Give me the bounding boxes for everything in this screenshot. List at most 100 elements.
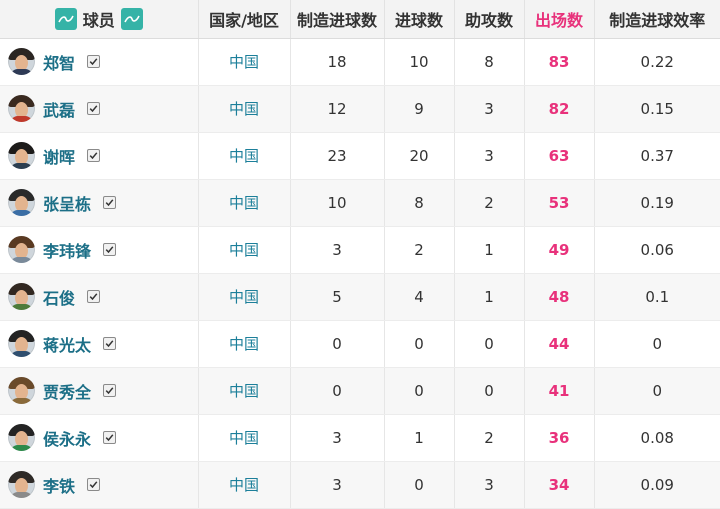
- compare-checkbox[interactable]: [103, 337, 117, 350]
- created-cell: 3: [290, 414, 385, 462]
- compare-checkbox[interactable]: [103, 196, 117, 209]
- team-logo-icon: [54, 7, 77, 30]
- appearances-cell: 49: [524, 226, 595, 274]
- player-avatar[interactable]: [8, 471, 35, 498]
- player-cell: 李玮锋: [0, 226, 199, 274]
- player-cell: 李铁: [0, 461, 199, 509]
- country-cell[interactable]: 中国: [198, 85, 291, 133]
- player-stats-table: 球员 国家/地区 制造进球数 进球数 助攻数 出场数 制造进球效率 郑智 中国 18…: [0, 0, 720, 509]
- header-player[interactable]: 球员: [0, 0, 199, 39]
- compare-checkbox[interactable]: [87, 290, 101, 303]
- efficiency-cell: 0.19: [594, 179, 720, 227]
- appearances-cell: 53: [524, 179, 595, 227]
- table-row: 李铁 中国 3 0 3 34 0.09: [0, 461, 720, 509]
- efficiency-cell: 0.22: [594, 38, 720, 86]
- created-cell: 23: [290, 132, 385, 180]
- checkmark-icon: [89, 58, 98, 66]
- player-name-link[interactable]: 石俊: [43, 285, 75, 309]
- compare-checkbox[interactable]: [103, 243, 117, 256]
- player-name-link[interactable]: 张呈栋: [43, 191, 91, 215]
- checkmark-icon: [89, 105, 98, 113]
- assists-cell: 3: [454, 132, 525, 180]
- header-row: 球员 国家/地区 制造进球数 进球数 助攻数 出场数 制造进球效率: [0, 0, 720, 39]
- appearances-cell: 82: [524, 85, 595, 133]
- player-name-link[interactable]: 贾秀全: [43, 379, 91, 403]
- player-avatar[interactable]: [8, 236, 35, 263]
- header-appearances[interactable]: 出场数: [524, 0, 595, 39]
- compare-checkbox[interactable]: [87, 102, 101, 115]
- country-cell[interactable]: 中国: [198, 38, 291, 86]
- player-cell: 张呈栋: [0, 179, 199, 227]
- created-cell: 18: [290, 38, 385, 86]
- player-name-link[interactable]: 蒋光太: [43, 332, 91, 356]
- created-cell: 12: [290, 85, 385, 133]
- assists-cell: 3: [454, 85, 525, 133]
- player-avatar[interactable]: [8, 142, 35, 169]
- checkmark-icon: [105, 246, 114, 254]
- checkmark-icon: [105, 199, 114, 207]
- efficiency-cell: 0: [594, 367, 720, 415]
- header-created[interactable]: 制造进球数: [290, 0, 385, 39]
- appearances-cell: 63: [524, 132, 595, 180]
- table-body: 郑智 中国 18 10 8 83 0.22 武磊 中国 12 9 3 82 0.15 谢晖 中国 23 20 3 63…: [0, 38, 720, 509]
- player-avatar[interactable]: [8, 283, 35, 310]
- header-assists[interactable]: 助攻数: [454, 0, 525, 39]
- appearances-cell: 34: [524, 461, 595, 509]
- assists-cell: 2: [454, 179, 525, 227]
- country-cell[interactable]: 中国: [198, 273, 291, 321]
- player-name-link[interactable]: 郑智: [43, 50, 75, 74]
- table-row: 武磊 中国 12 9 3 82 0.15: [0, 85, 720, 133]
- country-cell[interactable]: 中国: [198, 461, 291, 509]
- header-efficiency[interactable]: 制造进球效率: [594, 0, 720, 39]
- player-cell: 武磊: [0, 85, 199, 133]
- created-cell: 3: [290, 226, 385, 274]
- appearances-cell: 36: [524, 414, 595, 462]
- country-cell[interactable]: 中国: [198, 414, 291, 462]
- table-row: 张呈栋 中国 10 8 2 53 0.19: [0, 179, 720, 227]
- team-logo-icon: [120, 7, 143, 30]
- compare-checkbox[interactable]: [103, 431, 117, 444]
- checkmark-icon: [89, 293, 98, 301]
- player-avatar[interactable]: [8, 48, 35, 75]
- efficiency-cell: 0.1: [594, 273, 720, 321]
- goals-cell: 4: [384, 273, 455, 321]
- checkmark-icon: [105, 340, 114, 348]
- created-cell: 0: [290, 367, 385, 415]
- compare-checkbox[interactable]: [87, 55, 101, 68]
- efficiency-cell: 0.06: [594, 226, 720, 274]
- goals-cell: 2: [384, 226, 455, 274]
- player-cell: 谢晖: [0, 132, 199, 180]
- country-cell[interactable]: 中国: [198, 226, 291, 274]
- compare-checkbox[interactable]: [103, 384, 117, 397]
- player-cell: 石俊: [0, 273, 199, 321]
- goals-cell: 10: [384, 38, 455, 86]
- goals-cell: 0: [384, 461, 455, 509]
- player-avatar[interactable]: [8, 377, 35, 404]
- player-avatar[interactable]: [8, 95, 35, 122]
- player-avatar[interactable]: [8, 189, 35, 216]
- player-avatar[interactable]: [8, 424, 35, 451]
- compare-checkbox[interactable]: [87, 149, 101, 162]
- player-cell: 蒋光太: [0, 320, 199, 368]
- player-cell: 贾秀全: [0, 367, 199, 415]
- header-goals[interactable]: 进球数: [384, 0, 455, 39]
- player-avatar[interactable]: [8, 330, 35, 357]
- player-name-link[interactable]: 侯永永: [43, 426, 91, 450]
- country-cell[interactable]: 中国: [198, 132, 291, 180]
- assists-cell: 3: [454, 461, 525, 509]
- efficiency-cell: 0.15: [594, 85, 720, 133]
- player-cell: 郑智: [0, 38, 199, 86]
- country-cell[interactable]: 中国: [198, 179, 291, 227]
- checkmark-icon: [105, 434, 114, 442]
- player-name-link[interactable]: 李铁: [43, 473, 75, 497]
- player-name-link[interactable]: 武磊: [43, 97, 75, 121]
- compare-checkbox[interactable]: [87, 478, 101, 491]
- table-row: 李玮锋 中国 3 2 1 49 0.06: [0, 226, 720, 274]
- player-name-link[interactable]: 谢晖: [43, 144, 75, 168]
- country-cell[interactable]: 中国: [198, 320, 291, 368]
- goals-cell: 20: [384, 132, 455, 180]
- efficiency-cell: 0.08: [594, 414, 720, 462]
- header-country[interactable]: 国家/地区: [198, 0, 291, 39]
- player-name-link[interactable]: 李玮锋: [43, 238, 91, 262]
- country-cell[interactable]: 中国: [198, 367, 291, 415]
